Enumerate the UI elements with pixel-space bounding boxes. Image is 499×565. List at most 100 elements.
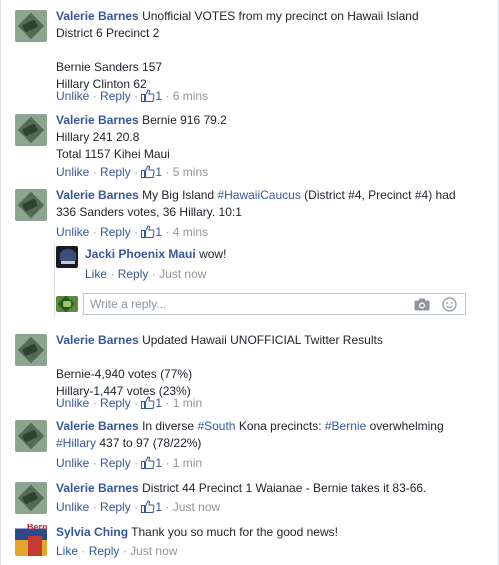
comment-text: Thank you so much for the good news! [131,525,338,539]
comment-text: Bernie-4,940 votes (77%) [56,367,193,381]
comment-thread: Valerie Barnes Unofficial VOTES from my … [0,0,499,565]
author-name[interactable]: Valerie Barnes [56,9,139,23]
author-name[interactable]: Valerie Barnes [56,481,139,495]
hashtag-link[interactable]: #South [197,419,235,433]
comment-actions: Unlike · Reply · 1 · 6 mins [56,89,208,104]
comment-body: Valerie Barnes In diverse #South Kona pr… [56,418,496,452]
comment-text [56,42,486,59]
timestamp[interactable]: Just now [159,267,206,281]
reply-placeholder: Write a reply... [90,297,167,311]
author-name[interactable]: Valerie Barnes [56,188,139,202]
reply-link[interactable]: Reply [100,500,131,514]
separator: · [165,89,170,103]
separator: · [134,225,139,239]
author-name[interactable]: Valerie Barnes [56,419,139,433]
timestamp[interactable]: 4 mins [173,225,208,239]
current-user-avatar [56,296,78,312]
comment-text: District 44 Precinct 1 Waianae - Bernie … [142,481,427,495]
separator: · [81,544,86,558]
comment-text: Hillary 241 20.8 [56,130,140,144]
avatar[interactable] [56,246,78,268]
like-link[interactable]: Like [56,544,78,558]
comment-body: Valerie Barnes Unofficial VOTES from my … [56,8,486,93]
like-count[interactable]: 1 [155,396,162,410]
comment-body: Valerie Barnes My Big Island #HawaiiCauc… [56,187,496,221]
separator: · [92,89,97,103]
thumbs-up-icon[interactable] [141,456,155,469]
comment-text: Unofficial VOTES from my precinct on Haw… [142,9,419,23]
separator: · [92,396,97,410]
author-name[interactable]: Valerie Barnes [56,113,139,127]
avatar-text: Bernie [27,524,47,532]
avatar[interactable] [15,114,47,146]
reply-link[interactable]: Reply [100,225,131,239]
reply-link[interactable]: Reply [100,456,131,470]
reply-input[interactable]: Write a reply... [83,293,466,315]
like-count[interactable]: 1 [155,456,162,470]
unlike-link[interactable]: Unlike [56,165,89,179]
camera-icon[interactable] [414,298,430,311]
like-link[interactable]: Like [85,267,107,281]
comment-text: District 6 Precinct 2 [56,26,160,40]
separator: · [134,396,139,410]
comment-actions: Like · Reply · Just now [56,544,177,559]
reply-link[interactable]: Reply [118,267,149,281]
comment-body: Sylvia Ching Thank you so much for the g… [56,524,496,541]
comment-body: Valerie Barnes Updated Hawaii UNOFFICIAL… [56,332,486,400]
timestamp[interactable]: Just now [130,544,177,558]
comment-body: Jacki Phoenix Maui wow! [85,246,485,263]
hashtag-link[interactable]: #HawaiiCaucus [217,188,300,202]
timestamp[interactable]: Just now [173,500,220,514]
author-name[interactable]: Sylvia Ching [56,525,128,539]
like-count[interactable]: 1 [155,165,162,179]
separator: · [165,456,170,470]
separator: · [134,456,139,470]
reply-link[interactable]: Reply [100,165,131,179]
thumbs-up-icon[interactable] [141,225,155,238]
avatar[interactable] [15,10,47,42]
timestamp[interactable]: 6 mins [173,89,208,103]
smiley-icon[interactable] [442,297,457,312]
author-name[interactable]: Jacki Phoenix Maui [85,247,196,261]
comment-actions: Unlike · Reply · 1 · 1 min [56,456,202,471]
separator: · [165,500,170,514]
unlike-link[interactable]: Unlike [56,500,89,514]
author-name[interactable]: Valerie Barnes [56,333,139,347]
comment-text [56,349,486,366]
thumbs-up-icon[interactable] [141,500,155,513]
comment-text: wow! [199,247,227,261]
timestamp[interactable]: 1 min [173,456,202,470]
like-count[interactable]: 1 [155,89,162,103]
timestamp[interactable]: 5 mins [173,165,208,179]
hashtag-link[interactable]: #Bernie [325,419,366,433]
unlike-link[interactable]: Unlike [56,456,89,470]
unlike-link[interactable]: Unlike [56,89,89,103]
comment-text: In diverse [142,419,198,433]
hashtag-link[interactable]: #Hillary [56,436,96,450]
unlike-link[interactable]: Unlike [56,396,89,410]
separator: · [134,89,139,103]
comment-actions: Like · Reply · Just now [85,267,206,282]
thumbs-up-icon[interactable] [141,396,155,409]
comment-text: Bernie Sanders 157 [56,60,163,74]
avatar[interactable] [15,482,47,514]
reply-link[interactable]: Reply [100,89,131,103]
separator: · [122,544,127,558]
avatar[interactable]: Bernie [15,524,47,556]
like-count[interactable]: 1 [155,500,162,514]
avatar[interactable] [15,334,47,366]
separator: · [134,500,139,514]
thumbs-up-icon[interactable] [141,165,155,178]
comment-text: Total 1157 Kihei Maui [56,147,170,161]
avatar[interactable] [15,189,47,221]
unlike-link[interactable]: Unlike [56,225,89,239]
timestamp[interactable]: 1 min [173,396,202,410]
reply-link[interactable]: Reply [100,396,131,410]
comment-text: Updated Hawaii UNOFFICIAL Twitter Result… [142,333,383,347]
thumbs-up-icon[interactable] [141,89,155,102]
comment-text: overwhelming [366,419,444,433]
like-count[interactable]: 1 [155,225,162,239]
reply-link[interactable]: Reply [89,544,120,558]
separator: · [165,225,170,239]
avatar[interactable] [15,420,47,452]
